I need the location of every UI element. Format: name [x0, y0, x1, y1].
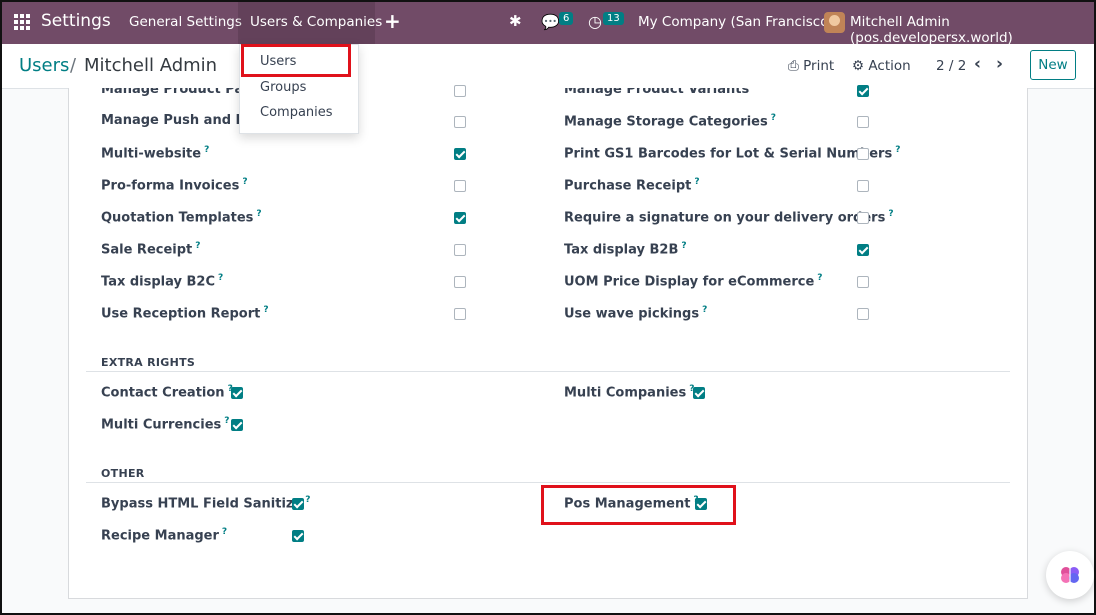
checkbox-contact-creation[interactable]: [231, 387, 243, 399]
help-tooltip-icon[interactable]: ?: [771, 113, 776, 123]
setting-label: Pro-forma Invoices?: [101, 177, 248, 194]
setting-checkbox[interactable]: [857, 148, 869, 160]
setting-label: Sale Receipt?: [101, 241, 201, 258]
brain-icon: [1061, 567, 1079, 583]
highlight-users-menu: [241, 44, 351, 77]
setting-label: Use wave pickings?: [564, 305, 708, 322]
section-divider: [86, 482, 1010, 483]
help-tooltip-icon[interactable]: ?: [263, 305, 268, 315]
highlight-pos-management: [541, 485, 736, 525]
user-avatar[interactable]: [824, 12, 845, 33]
help-tooltip-icon[interactable]: ?: [204, 145, 209, 155]
setting-checkbox[interactable]: [454, 85, 466, 97]
breadcrumb-current: Mitchell Admin: [84, 55, 218, 76]
setting-label: Require a signature on your delivery ord…: [564, 209, 894, 226]
menu-users-companies[interactable]: Users & Companies: [250, 14, 382, 30]
breadcrumb-users-link[interactable]: Users: [19, 55, 69, 76]
control-panel: Users / Mitchell Admin ⎙ Print ⚙ Action …: [0, 44, 1096, 89]
activity-clock-icon[interactable]: ◷: [588, 12, 602, 31]
setting-checkbox[interactable]: [857, 180, 869, 192]
plus-icon[interactable]: +: [384, 9, 401, 33]
setting-label-contact-creation: Contact Creation?: [101, 384, 233, 400]
setting-label-bypass-html: Bypass HTML Field Sanitize?: [101, 495, 311, 512]
setting-checkbox[interactable]: [857, 276, 869, 288]
breadcrumb-separator: /: [70, 55, 77, 76]
help-tooltip-icon[interactable]: ?: [817, 273, 822, 283]
printer-icon: ⎙: [788, 58, 799, 74]
help-tooltip-icon[interactable]: ?: [305, 495, 310, 505]
setting-label: Tax display B2C?: [101, 273, 224, 290]
chevron-left-icon[interactable]: ‹: [974, 54, 981, 74]
help-tooltip-icon[interactable]: ?: [895, 145, 900, 155]
help-tooltip-icon[interactable]: ?: [242, 177, 247, 187]
chat-icon[interactable]: 💬: [541, 13, 560, 31]
activity-count-badge: 13: [603, 12, 624, 25]
user-menu[interactable]: Mitchell Admin (pos.developersx.world): [850, 14, 1096, 46]
help-tooltip-icon[interactable]: ?: [694, 177, 699, 187]
setting-label: Multi-website?: [101, 145, 210, 162]
section-title-extra-rights: EXTRA RIGHTS: [101, 356, 196, 369]
dropdown-item-groups[interactable]: Groups: [260, 80, 306, 95]
assistant-bubble[interactable]: [1046, 551, 1094, 599]
action-label: Action: [868, 58, 911, 74]
checkbox-bypass-html[interactable]: [292, 498, 304, 510]
help-tooltip-icon[interactable]: ?: [702, 305, 707, 315]
section-divider: [86, 371, 1010, 372]
setting-checkbox[interactable]: [857, 116, 869, 128]
chat-count-badge: 6: [559, 12, 574, 25]
dropdown-item-companies[interactable]: Companies: [260, 105, 333, 120]
help-tooltip-icon[interactable]: ?: [681, 241, 686, 251]
help-tooltip-icon[interactable]: ?: [222, 527, 227, 537]
print-button[interactable]: ⎙ Print: [788, 58, 834, 74]
setting-checkbox[interactable]: [857, 308, 869, 320]
help-tooltip-icon[interactable]: ?: [888, 209, 893, 219]
checkbox-recipe-manager[interactable]: [292, 530, 304, 542]
print-label: Print: [803, 58, 835, 74]
setting-label: Quotation Templates?: [101, 209, 262, 226]
setting-label: Tax display B2B?: [564, 241, 687, 258]
checkbox-multi-currencies[interactable]: [231, 419, 243, 431]
help-tooltip-icon[interactable]: ?: [195, 241, 200, 251]
help-tooltip-icon[interactable]: ?: [224, 416, 229, 426]
chevron-right-icon[interactable]: ›: [996, 54, 1003, 74]
setting-label: Manage Storage Categories?: [564, 113, 776, 130]
top-navbar: Settings General Settings Users & Compan…: [0, 0, 1096, 46]
pager-value[interactable]: 2 / 2: [936, 58, 966, 74]
setting-checkbox[interactable]: [454, 180, 466, 192]
checkbox-multi-companies[interactable]: [693, 387, 705, 399]
gear-icon: ⚙: [852, 58, 865, 74]
setting-checkbox[interactable]: [454, 148, 466, 160]
setting-checkbox[interactable]: [454, 276, 466, 288]
menu-general-settings[interactable]: General Settings: [129, 14, 242, 30]
setting-label-recipe-manager: Recipe Manager?: [101, 527, 228, 544]
setting-label: Use Reception Report?: [101, 305, 269, 322]
apps-menu-icon[interactable]: [14, 14, 30, 30]
setting-checkbox[interactable]: [857, 244, 869, 256]
debug-bug-icon[interactable]: ✱: [509, 12, 522, 30]
setting-checkbox[interactable]: [454, 308, 466, 320]
help-tooltip-icon[interactable]: ?: [218, 273, 223, 283]
section-title-other: OTHER: [101, 467, 145, 480]
setting-label: Print GS1 Barcodes for Lot & Serial Numb…: [564, 145, 901, 162]
setting-checkbox[interactable]: [454, 212, 466, 224]
setting-label-multi-currencies: Multi Currencies?: [101, 416, 230, 433]
app-title[interactable]: Settings: [41, 11, 111, 31]
new-button[interactable]: New: [1030, 50, 1076, 80]
action-button[interactable]: ⚙ Action: [852, 58, 911, 74]
company-switcher[interactable]: My Company (San Francisco): [638, 14, 834, 30]
setting-checkbox[interactable]: [454, 244, 466, 256]
setting-label: UOM Price Display for eCommerce?: [564, 273, 823, 290]
setting-label: Purchase Receipt?: [564, 177, 700, 194]
setting-label-multi-companies: Multi Companies?: [564, 384, 695, 401]
setting-checkbox[interactable]: [857, 85, 869, 97]
setting-checkbox[interactable]: [857, 212, 869, 224]
help-tooltip-icon[interactable]: ?: [256, 209, 261, 219]
setting-checkbox[interactable]: [454, 116, 466, 128]
